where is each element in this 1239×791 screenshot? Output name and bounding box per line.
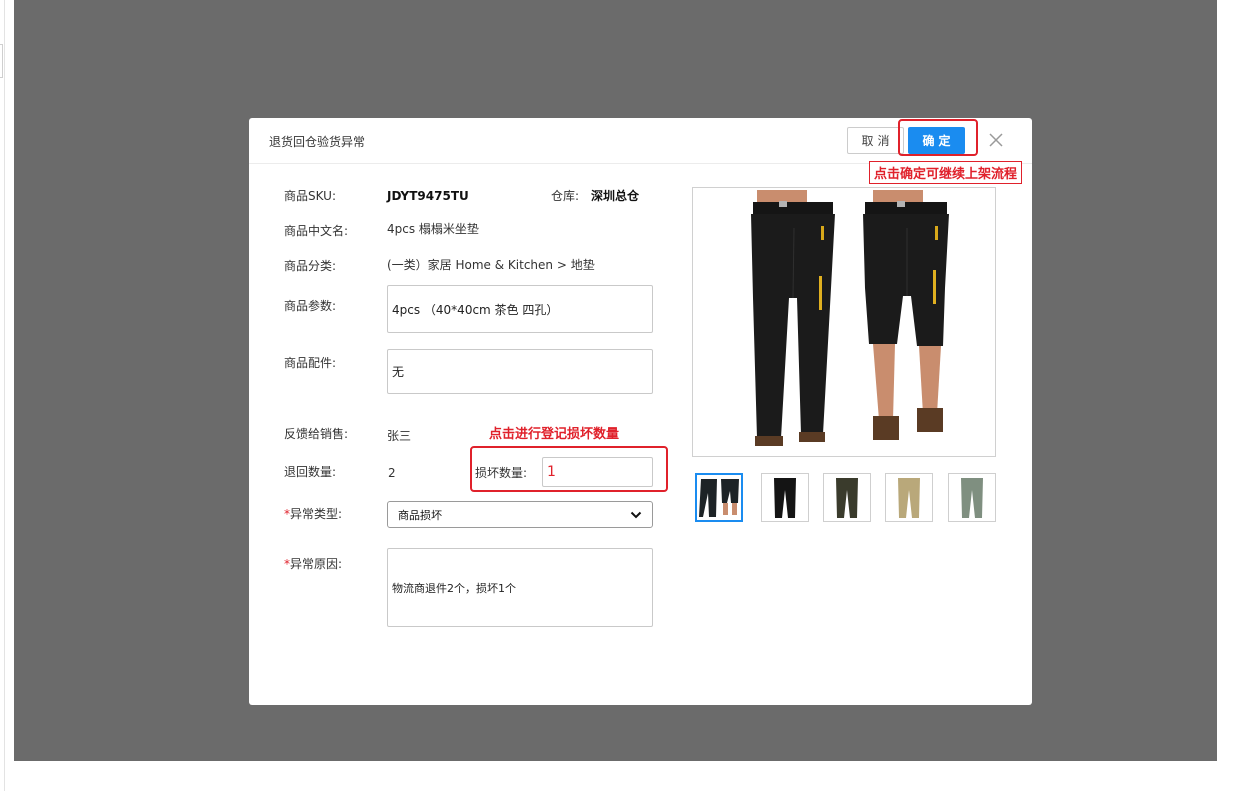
gallery-thumbnail-3[interactable] <box>823 473 871 522</box>
cancel-button[interactable]: 取消 <box>847 127 904 154</box>
feedback-label: 反馈给销售: <box>284 427 349 441</box>
return-inspection-modal: 退货回仓验货异常 取消 确定 点击确定可继续上架流程 商品SKU: JDYT94… <box>249 118 1032 705</box>
abnormal-type-label-text: 异常类型: <box>290 507 343 521</box>
cn-name-value: 4pcs 榻榻米坐垫 <box>387 222 479 236</box>
chevron-down-icon <box>630 511 642 518</box>
params-value: 4pcs （40*40cm 茶色 四孔） <box>392 302 559 317</box>
category-label: 商品分类: <box>284 259 337 273</box>
damage-qty-input[interactable]: 1 <box>542 457 653 487</box>
confirm-highlight-box <box>898 119 978 156</box>
warehouse-label: 仓库: <box>551 189 580 203</box>
abnormal-reason-label: *异常原因: <box>284 555 342 572</box>
return-qty-label: 退回数量: <box>284 465 337 479</box>
feedback-value: 张三 <box>387 429 412 443</box>
params-label: 商品参数: <box>284 299 337 313</box>
page-left-edge <box>0 0 5 791</box>
accessories-label: 商品配件: <box>284 356 337 370</box>
sku-label: 商品SKU: <box>284 189 336 203</box>
abnormal-reason-value: 物流商退件2个，损坏1个 <box>392 581 516 595</box>
params-field[interactable]: 4pcs （40*40cm 茶色 四孔） <box>387 285 653 333</box>
accessories-field[interactable]: 无 <box>387 349 653 394</box>
product-main-image <box>692 187 996 457</box>
abnormal-type-label: *异常类型: <box>284 505 342 522</box>
page-side-tab <box>0 44 3 78</box>
damage-qty-label: 损坏数量: <box>475 466 528 480</box>
sku-value: JDYT9475TU <box>387 189 469 203</box>
warehouse-value: 深圳总仓 <box>591 189 640 203</box>
abnormal-reason-textarea[interactable]: 物流商退件2个，损坏1个 <box>387 548 653 627</box>
close-icon[interactable] <box>986 130 1006 150</box>
damage-qty-annotation: 点击进行登记损坏数量 <box>489 427 620 442</box>
damage-qty-value: 1 <box>547 464 556 480</box>
abnormal-type-value: 商品损坏 <box>398 508 442 522</box>
gallery-thumbnail-4[interactable] <box>885 473 933 522</box>
cn-name-label: 商品中文名: <box>284 224 349 238</box>
return-qty-value: 2 <box>388 466 396 480</box>
accessories-value: 无 <box>392 365 405 379</box>
gallery-thumbnail-5[interactable] <box>948 473 996 522</box>
confirm-annotation: 点击确定可继续上架流程 <box>869 161 1023 184</box>
gallery-thumbnail-1[interactable] <box>695 473 743 522</box>
modal-title: 退货回仓验货异常 <box>269 135 366 149</box>
abnormal-reason-label-text: 异常原因: <box>290 557 343 571</box>
abnormal-type-select[interactable]: 商品损坏 <box>387 501 653 528</box>
category-value: (一类）家居 Home & Kitchen > 地垫 <box>387 258 595 272</box>
product-photo <box>751 190 949 446</box>
gallery-thumbnail-2[interactable] <box>761 473 809 522</box>
